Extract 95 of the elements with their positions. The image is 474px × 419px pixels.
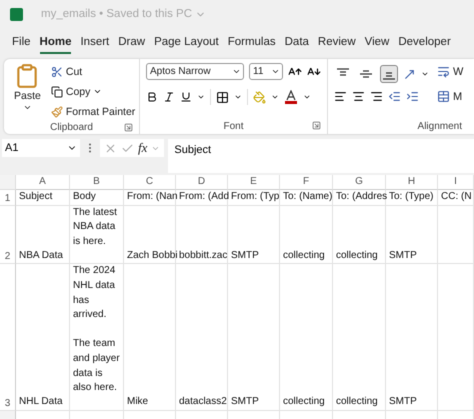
- table-cell: SMTP: [386, 264, 438, 411]
- caret-icon[interactable]: [421, 70, 429, 78]
- table-cell: From: (Nan: [124, 190, 176, 206]
- fill-color-icon[interactable]: [253, 90, 266, 104]
- decrease-indent-icon[interactable]: [388, 90, 401, 103]
- table-cell: collecting: [280, 206, 333, 264]
- ribbon-tab[interactable]: Home: [40, 34, 72, 54]
- caret-icon[interactable]: [22, 103, 32, 112]
- table-cell: Mike: [124, 264, 176, 411]
- column-header[interactable]: H: [386, 175, 438, 190]
- wrap-text-button[interactable]: W: [437, 63, 464, 80]
- column-header[interactable]: I: [438, 175, 474, 190]
- merge-button[interactable]: M: [437, 88, 464, 105]
- excel-logo-icon: [10, 8, 23, 20]
- font-size: 11: [253, 66, 264, 77]
- dialog-launcher-icon[interactable]: [312, 121, 321, 130]
- paste-button[interactable]: Paste: [10, 63, 45, 120]
- column-header[interactable]: E: [228, 175, 280, 190]
- table-cell: From: (Typ: [228, 190, 280, 206]
- column-header[interactable]: F: [280, 175, 333, 190]
- italic-icon[interactable]: [163, 91, 175, 103]
- ribbon-tab[interactable]: File: [12, 34, 31, 54]
- ribbon-tab[interactable]: Draw: [118, 34, 146, 54]
- caret-icon[interactable]: [271, 93, 279, 101]
- table-cell: CC: (N: [438, 190, 474, 206]
- vertical-align-button[interactable]: [380, 65, 398, 83]
- table-cell: The 2024 NHL data has arrived. The team and player data is also here.: [70, 264, 124, 411]
- table-cell: dataclass2: [176, 264, 228, 411]
- table-cell: bobbitt.zac: [176, 206, 228, 264]
- table-cell: To: (Addres: [333, 190, 386, 206]
- ribbon-tab[interactable]: View: [364, 34, 390, 54]
- caret-icon[interactable]: [232, 67, 241, 76]
- font-name-field[interactable]: Aptos Narrow: [146, 63, 244, 80]
- caret-icon[interactable]: [234, 93, 242, 101]
- row-header[interactable]: 1: [0, 190, 16, 206]
- font-color-icon[interactable]: [284, 90, 298, 104]
- row-header[interactable]: 3: [0, 264, 16, 411]
- cell-reference: A1: [5, 142, 18, 154]
- table-cell: NBA Data: [16, 206, 70, 264]
- group-label: Alignment: [418, 120, 462, 132]
- row-header[interactable]: 2: [0, 206, 16, 264]
- ribbon-tab[interactable]: Page Layout: [154, 34, 219, 54]
- increase-indent-icon[interactable]: [406, 90, 419, 103]
- ribbon-tab[interactable]: Formulas: [228, 34, 276, 54]
- wrap-text-icon: [437, 65, 450, 78]
- ribbon-tab[interactable]: Insert: [80, 34, 110, 54]
- empty-cell: [438, 206, 474, 264]
- align-center-icon[interactable]: [352, 90, 365, 103]
- format-painter-button[interactable]: Format Painter: [50, 103, 136, 120]
- table-cell: Subject: [16, 190, 70, 206]
- column-header[interactable]: D: [176, 175, 228, 190]
- group-label: Font: [223, 120, 244, 132]
- merge-cells-icon: [437, 90, 450, 103]
- orientation-icon[interactable]: [403, 68, 416, 80]
- caret-icon[interactable]: [197, 93, 205, 101]
- font-name: Aptos Narrow: [150, 66, 211, 77]
- align-left-icon[interactable]: [334, 90, 347, 103]
- copy-button[interactable]: Copy: [50, 83, 90, 100]
- table-cell: Body: [70, 190, 124, 206]
- table-cell: collecting: [333, 206, 386, 264]
- caret-icon[interactable]: [303, 93, 311, 101]
- caret-icon[interactable]: [271, 67, 280, 76]
- table-cell: collecting: [333, 264, 386, 411]
- table-cell: SMTP: [228, 264, 280, 411]
- align-right-icon[interactable]: [370, 90, 383, 103]
- underline-icon[interactable]: [180, 91, 192, 103]
- table-cell: Zach Bobbi: [124, 206, 176, 264]
- paintbrush-icon: [50, 106, 63, 118]
- cut-button[interactable]: Cut: [50, 63, 136, 80]
- column-header[interactable]: G: [333, 175, 386, 190]
- column-header[interactable]: A: [16, 175, 70, 190]
- table-cell: The latest NBA data is here.: [70, 206, 124, 264]
- caret-icon[interactable]: [93, 87, 102, 96]
- name-box[interactable]: A1: [2, 139, 80, 157]
- column-header[interactable]: B: [70, 175, 124, 190]
- table-cell: SMTP: [228, 206, 280, 264]
- table-cell: From: (Add: [176, 190, 228, 206]
- ribbon-tab[interactable]: Review: [318, 34, 356, 54]
- scissors-icon: [50, 66, 63, 78]
- ribbon-tab[interactable]: Data: [284, 34, 309, 54]
- bold-icon[interactable]: [146, 91, 158, 103]
- table-cell: collecting: [280, 264, 333, 411]
- borders-icon[interactable]: [216, 90, 229, 104]
- dialog-launcher-icon[interactable]: [124, 123, 133, 132]
- formula-field[interactable]: Subject: [168, 139, 474, 173]
- insert-function-button[interactable]: fx: [138, 140, 148, 156]
- table-cell: To: (Name): [280, 190, 333, 206]
- ribbon-tab[interactable]: Developer: [398, 34, 451, 54]
- column-header[interactable]: C: [124, 175, 176, 190]
- copy-icon: [50, 86, 63, 98]
- group-label: Clipboard: [50, 122, 93, 132]
- table-cell: To: (Type): [386, 190, 438, 206]
- table-cell: SMTP: [386, 206, 438, 264]
- font-size-field[interactable]: 11: [249, 63, 283, 80]
- table-cell: NHL Data: [16, 264, 70, 411]
